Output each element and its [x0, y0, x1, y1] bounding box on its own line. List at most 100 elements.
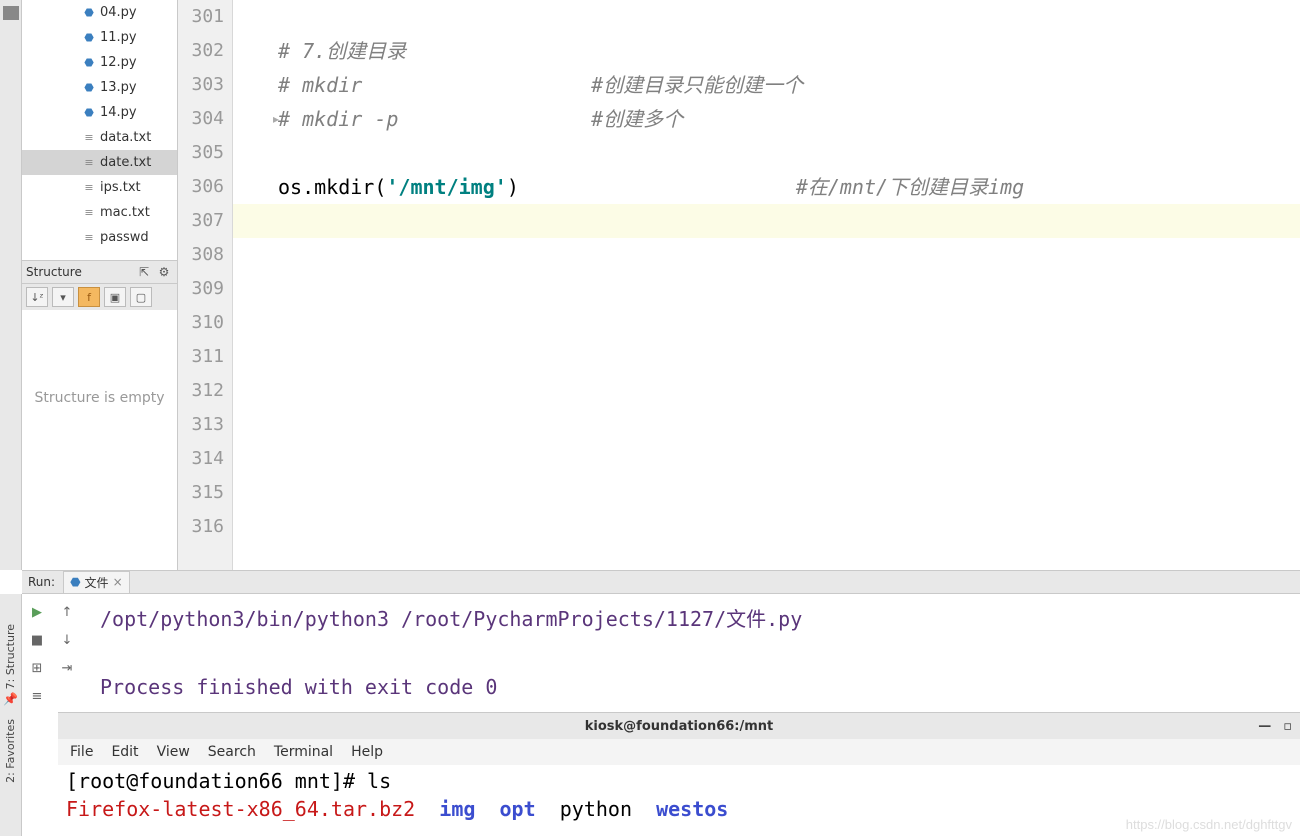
code-line — [278, 306, 1300, 340]
code-line — [278, 340, 1300, 374]
window-minimize-icon[interactable]: — — [1258, 719, 1271, 734]
structure-toolbar: ↓ᶻ ▾ f ▣ ▢ — [22, 284, 178, 310]
tree-item-11-py[interactable]: ⬣11.py — [22, 25, 177, 50]
line-number: 309 — [178, 272, 224, 306]
run-layout-button[interactable]: ⊞ — [27, 658, 47, 678]
terminal-menu-help[interactable]: Help — [351, 744, 383, 760]
python-file-icon: ⬣ — [82, 81, 96, 95]
tab-structure[interactable]: 7: Structure — [4, 624, 17, 689]
structure-empty-text: Structure is empty — [34, 390, 164, 406]
run-tab[interactable]: ⬣ 文件 × — [63, 571, 130, 594]
tree-item-label: 04.py — [100, 0, 137, 25]
line-number: 306 — [178, 170, 224, 204]
structure-filter-btn-3[interactable]: ▢ — [130, 287, 152, 307]
folder-icon — [3, 6, 19, 20]
tree-item-label: date.txt — [100, 150, 151, 175]
tree-item-12-py[interactable]: ⬣12.py — [22, 50, 177, 75]
terminal-menubar: File Edit View Search Terminal Help — [58, 739, 1300, 765]
terminal-menu-view[interactable]: View — [157, 744, 190, 760]
line-number: 308 — [178, 238, 224, 272]
code-line — [278, 0, 1300, 34]
line-number: 313 — [178, 408, 224, 442]
line-number: 312 — [178, 374, 224, 408]
tree-item-label: passwd — [100, 225, 149, 250]
terminal-menu-file[interactable]: File — [70, 744, 93, 760]
line-number: 303 — [178, 68, 224, 102]
structure-title: Structure — [26, 265, 82, 279]
window-maximize-icon[interactable]: ▫ — [1283, 719, 1292, 734]
tree-item-label: mac.txt — [100, 200, 150, 225]
tree-item-label: data.txt — [100, 125, 151, 150]
line-number: 310 — [178, 306, 224, 340]
structure-collapse-icon[interactable]: ⇱ — [135, 263, 153, 281]
tab-favorites[interactable]: 2: Favorites — [4, 719, 17, 783]
code-line: os.mkdir('/mnt/img') #在/mnt/下创建目录img — [278, 170, 1300, 204]
structure-fields-btn[interactable]: f — [78, 287, 100, 307]
python-file-icon: ⬣ — [82, 6, 96, 20]
tree-item-14-py[interactable]: ⬣14.py — [22, 100, 177, 125]
run-play-button[interactable]: ▶ — [27, 602, 47, 622]
tree-item-label: ips.txt — [100, 175, 141, 200]
terminal-line: Firefox-latest-x86_64.tar.bz2 img opt py… — [66, 795, 1292, 823]
tree-item-date-txt[interactable]: ≡ date.txt — [22, 150, 177, 175]
code-line: # mkdir #创建目录只能创建一个 — [278, 68, 1300, 102]
code-line — [278, 136, 1300, 170]
code-line: # mkdir -p #创建多个 — [278, 102, 1300, 136]
terminal-menu-terminal[interactable]: Terminal — [274, 744, 333, 760]
tree-item-13-py[interactable]: ⬣ 13.py — [22, 75, 177, 100]
structure-filter-btn-1[interactable]: ▾ — [52, 287, 74, 307]
line-number: 304 — [178, 102, 224, 136]
run-stop-button[interactable]: ■ — [27, 630, 47, 650]
python-file-icon: ⬣ — [82, 31, 96, 45]
run-more-button[interactable]: ≡ — [27, 686, 47, 706]
python-icon: ⬣ — [70, 575, 80, 589]
structure-filter-btn-2[interactable]: ▣ — [104, 287, 126, 307]
run-up-button[interactable]: ↑ — [57, 602, 77, 622]
run-output[interactable]: /opt/python3/bin/python3 /root/PycharmPr… — [90, 594, 1300, 704]
structure-sort-btn[interactable]: ↓ᶻ — [26, 287, 48, 307]
line-number: 307 — [178, 204, 224, 238]
editor-gutter: 3013023033043053063073083093103113123133… — [178, 0, 233, 570]
structure-panel-header: Structure ⇱ ⚙ — [22, 260, 178, 284]
terminal-body[interactable]: [root@foundation66 mnt]# lsFirefox-lates… — [58, 765, 1300, 825]
terminal-menu-edit[interactable]: Edit — [111, 744, 138, 760]
project-tree-panel: ⬣04.py⬣11.py⬣12.py⬣13.py⬣14.py≡data.txt≡… — [22, 0, 178, 260]
text-file-icon: ≡ — [82, 231, 96, 245]
tree-item-04-py[interactable]: ⬣ 04.py — [22, 0, 177, 25]
editor-gutter-marks: ▸ — [233, 0, 278, 570]
run-tool-column: ▶ ■ ⊞ ≡ ↑ ↓ ⇥ — [22, 594, 82, 714]
run-wrap-button[interactable]: ⇥ — [57, 658, 77, 678]
tree-item-ips-txt[interactable]: ≡ ips.txt — [22, 175, 177, 200]
terminal-menu-search[interactable]: Search — [208, 744, 256, 760]
code-line — [278, 238, 1300, 272]
tree-item-label: 13.py — [100, 75, 137, 100]
run-panel-header: Run: ⬣ 文件 × — [22, 570, 1300, 594]
close-icon[interactable]: × — [113, 575, 123, 589]
tree-item-mac-txt[interactable]: ≡ mac.txt — [22, 200, 177, 225]
text-file-icon: ≡ — [82, 131, 96, 145]
code-line: # 7.创建目录 — [278, 34, 1300, 68]
text-file-icon: ≡ — [82, 156, 96, 170]
structure-gear-icon[interactable]: ⚙ — [155, 263, 173, 281]
terminal-line: [root@foundation66 mnt]# ls — [66, 767, 1292, 795]
text-file-icon: ≡ — [82, 181, 96, 195]
tree-item-data-txt[interactable]: ≡ data.txt — [22, 125, 177, 150]
code-line — [278, 476, 1300, 510]
run-tab-name: 文件 — [85, 574, 109, 591]
left-vertical-tabs: 7: Structure 📌 2: Favorites — [0, 594, 22, 836]
python-file-icon: ⬣ — [82, 106, 96, 120]
text-file-icon: ≡ — [82, 206, 96, 220]
run-down-button[interactable]: ↓ — [57, 630, 77, 650]
structure-empty-panel: Structure is empty — [22, 310, 178, 570]
python-file-icon: ⬣ — [82, 56, 96, 70]
pin-icon[interactable]: 📌 — [3, 692, 18, 706]
code-line — [278, 408, 1300, 442]
line-number: 301 — [178, 0, 224, 34]
code-editor[interactable]: # 7.创建目录# mkdir #创建目录只能创建一个# mkdir -p #创… — [278, 0, 1300, 570]
code-line — [278, 272, 1300, 306]
watermark: https://blog.csdn.net/dghfttgv — [1126, 817, 1292, 832]
code-line — [278, 442, 1300, 476]
terminal-title: kiosk@foundation66:/mnt — [585, 719, 774, 734]
line-number: 314 — [178, 442, 224, 476]
tree-item-passwd[interactable]: ≡ passwd — [22, 225, 177, 250]
